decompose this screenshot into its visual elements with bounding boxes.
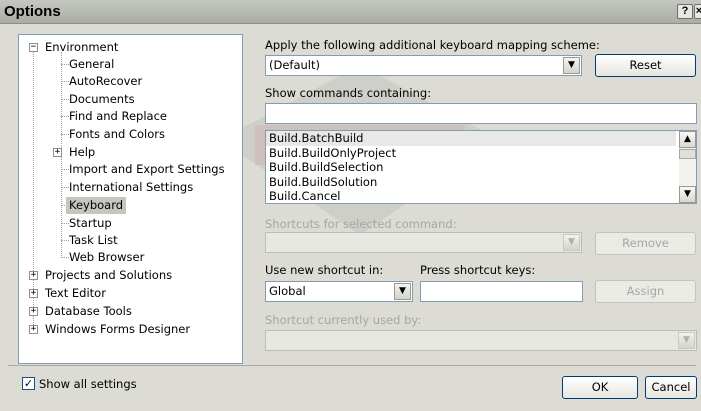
show-all-settings-label[interactable]: Show all settings: [39, 377, 137, 391]
mapping-scheme-label: Apply the following additional keyboard …: [265, 38, 600, 52]
use-new-shortcut-label: Use new shortcut in:: [265, 263, 384, 277]
tree-item-label: Keyboard: [66, 197, 127, 214]
list-item[interactable]: Build.BuildSolution: [269, 175, 377, 190]
use-new-shortcut-select[interactable]: Global ▼: [265, 281, 413, 302]
tree-item-label: General: [69, 57, 115, 71]
close-button[interactable]: ×: [694, 4, 701, 19]
tree-item-label: Find and Replace: [69, 109, 167, 123]
remove-button[interactable]: Remove: [595, 232, 696, 255]
chevron-down-icon[interactable]: ▼: [563, 234, 580, 251]
tree-item-label: Database Tools: [45, 304, 132, 318]
expand-icon[interactable]: +: [29, 289, 38, 298]
scroll-up-icon[interactable]: ▲: [679, 131, 696, 148]
press-keys-input[interactable]: [420, 281, 583, 302]
help-button[interactable]: ?: [677, 4, 693, 19]
chevron-down-icon[interactable]: ▼: [563, 57, 580, 74]
commands-scrollbar[interactable]: ▲ ▼: [679, 131, 696, 203]
tree-item-label: Documents: [69, 92, 135, 106]
shortcuts-label: Shortcuts for selected command:: [265, 217, 457, 231]
tree-item-label: Startup: [69, 216, 112, 230]
chevron-down-icon[interactable]: ▼: [394, 283, 411, 300]
show-all-settings-checkbox[interactable]: ✓: [22, 377, 35, 390]
commands-list[interactable]: Build.BatchBuild Build.BuildOnlyProject …: [265, 130, 697, 204]
mapping-scheme-select[interactable]: (Default) ▼: [265, 55, 582, 76]
tree-item-label: Web Browser: [69, 250, 145, 264]
press-keys-label: Press shortcut keys:: [420, 263, 536, 277]
footer-separator: [8, 365, 696, 366]
expand-icon[interactable]: +: [29, 307, 38, 316]
chevron-down-icon[interactable]: ▼: [678, 332, 695, 349]
tree-item-label: AutoRecover: [69, 74, 143, 88]
tree-item-label: Fonts and Colors: [69, 127, 165, 141]
expand-icon[interactable]: +: [53, 148, 62, 157]
use-new-shortcut-value: Global: [269, 284, 306, 298]
list-item[interactable]: Build.Cancel: [269, 189, 340, 203]
tree-item-label: International Settings: [69, 180, 194, 194]
scroll-down-icon[interactable]: ▼: [679, 186, 696, 203]
list-item[interactable]: Build.BuildSelection: [269, 160, 383, 175]
shortcuts-select[interactable]: ▼: [265, 232, 582, 253]
collapse-icon[interactable]: −: [29, 43, 38, 52]
expand-icon[interactable]: +: [29, 271, 38, 280]
tree-item-label: Text Editor: [45, 286, 106, 300]
list-item[interactable]: Build.BatchBuild: [266, 131, 676, 146]
cancel-button[interactable]: Cancel: [645, 376, 697, 399]
tree-item-label: Projects and Solutions: [45, 268, 173, 282]
show-commands-input[interactable]: [265, 103, 697, 124]
assign-button[interactable]: Assign: [595, 280, 696, 303]
currently-used-label: Shortcut currently used by:: [265, 313, 422, 327]
list-item[interactable]: Build.BuildOnlyProject: [269, 146, 396, 161]
scroll-thumb[interactable]: [679, 149, 696, 159]
tree-item-label: Environment: [45, 40, 119, 54]
options-tree[interactable]: − Environment General AutoRecover Docume…: [18, 34, 243, 364]
title-bar: Options ? ×: [0, 0, 701, 24]
ok-button[interactable]: OK: [562, 376, 638, 399]
currently-used-select[interactable]: ▼: [265, 330, 697, 351]
show-commands-label: Show commands containing:: [265, 86, 432, 100]
tree-item-label: Help: [69, 145, 96, 159]
tree-item-label: Task List: [69, 233, 118, 247]
reset-button[interactable]: Reset: [595, 54, 696, 77]
expand-icon[interactable]: +: [29, 325, 38, 334]
mapping-scheme-value: (Default): [269, 58, 320, 72]
window-title: Options: [4, 3, 61, 20]
tree-item-label: Import and Export Settings: [69, 162, 225, 176]
tree-item-label: Windows Forms Designer: [45, 322, 191, 336]
